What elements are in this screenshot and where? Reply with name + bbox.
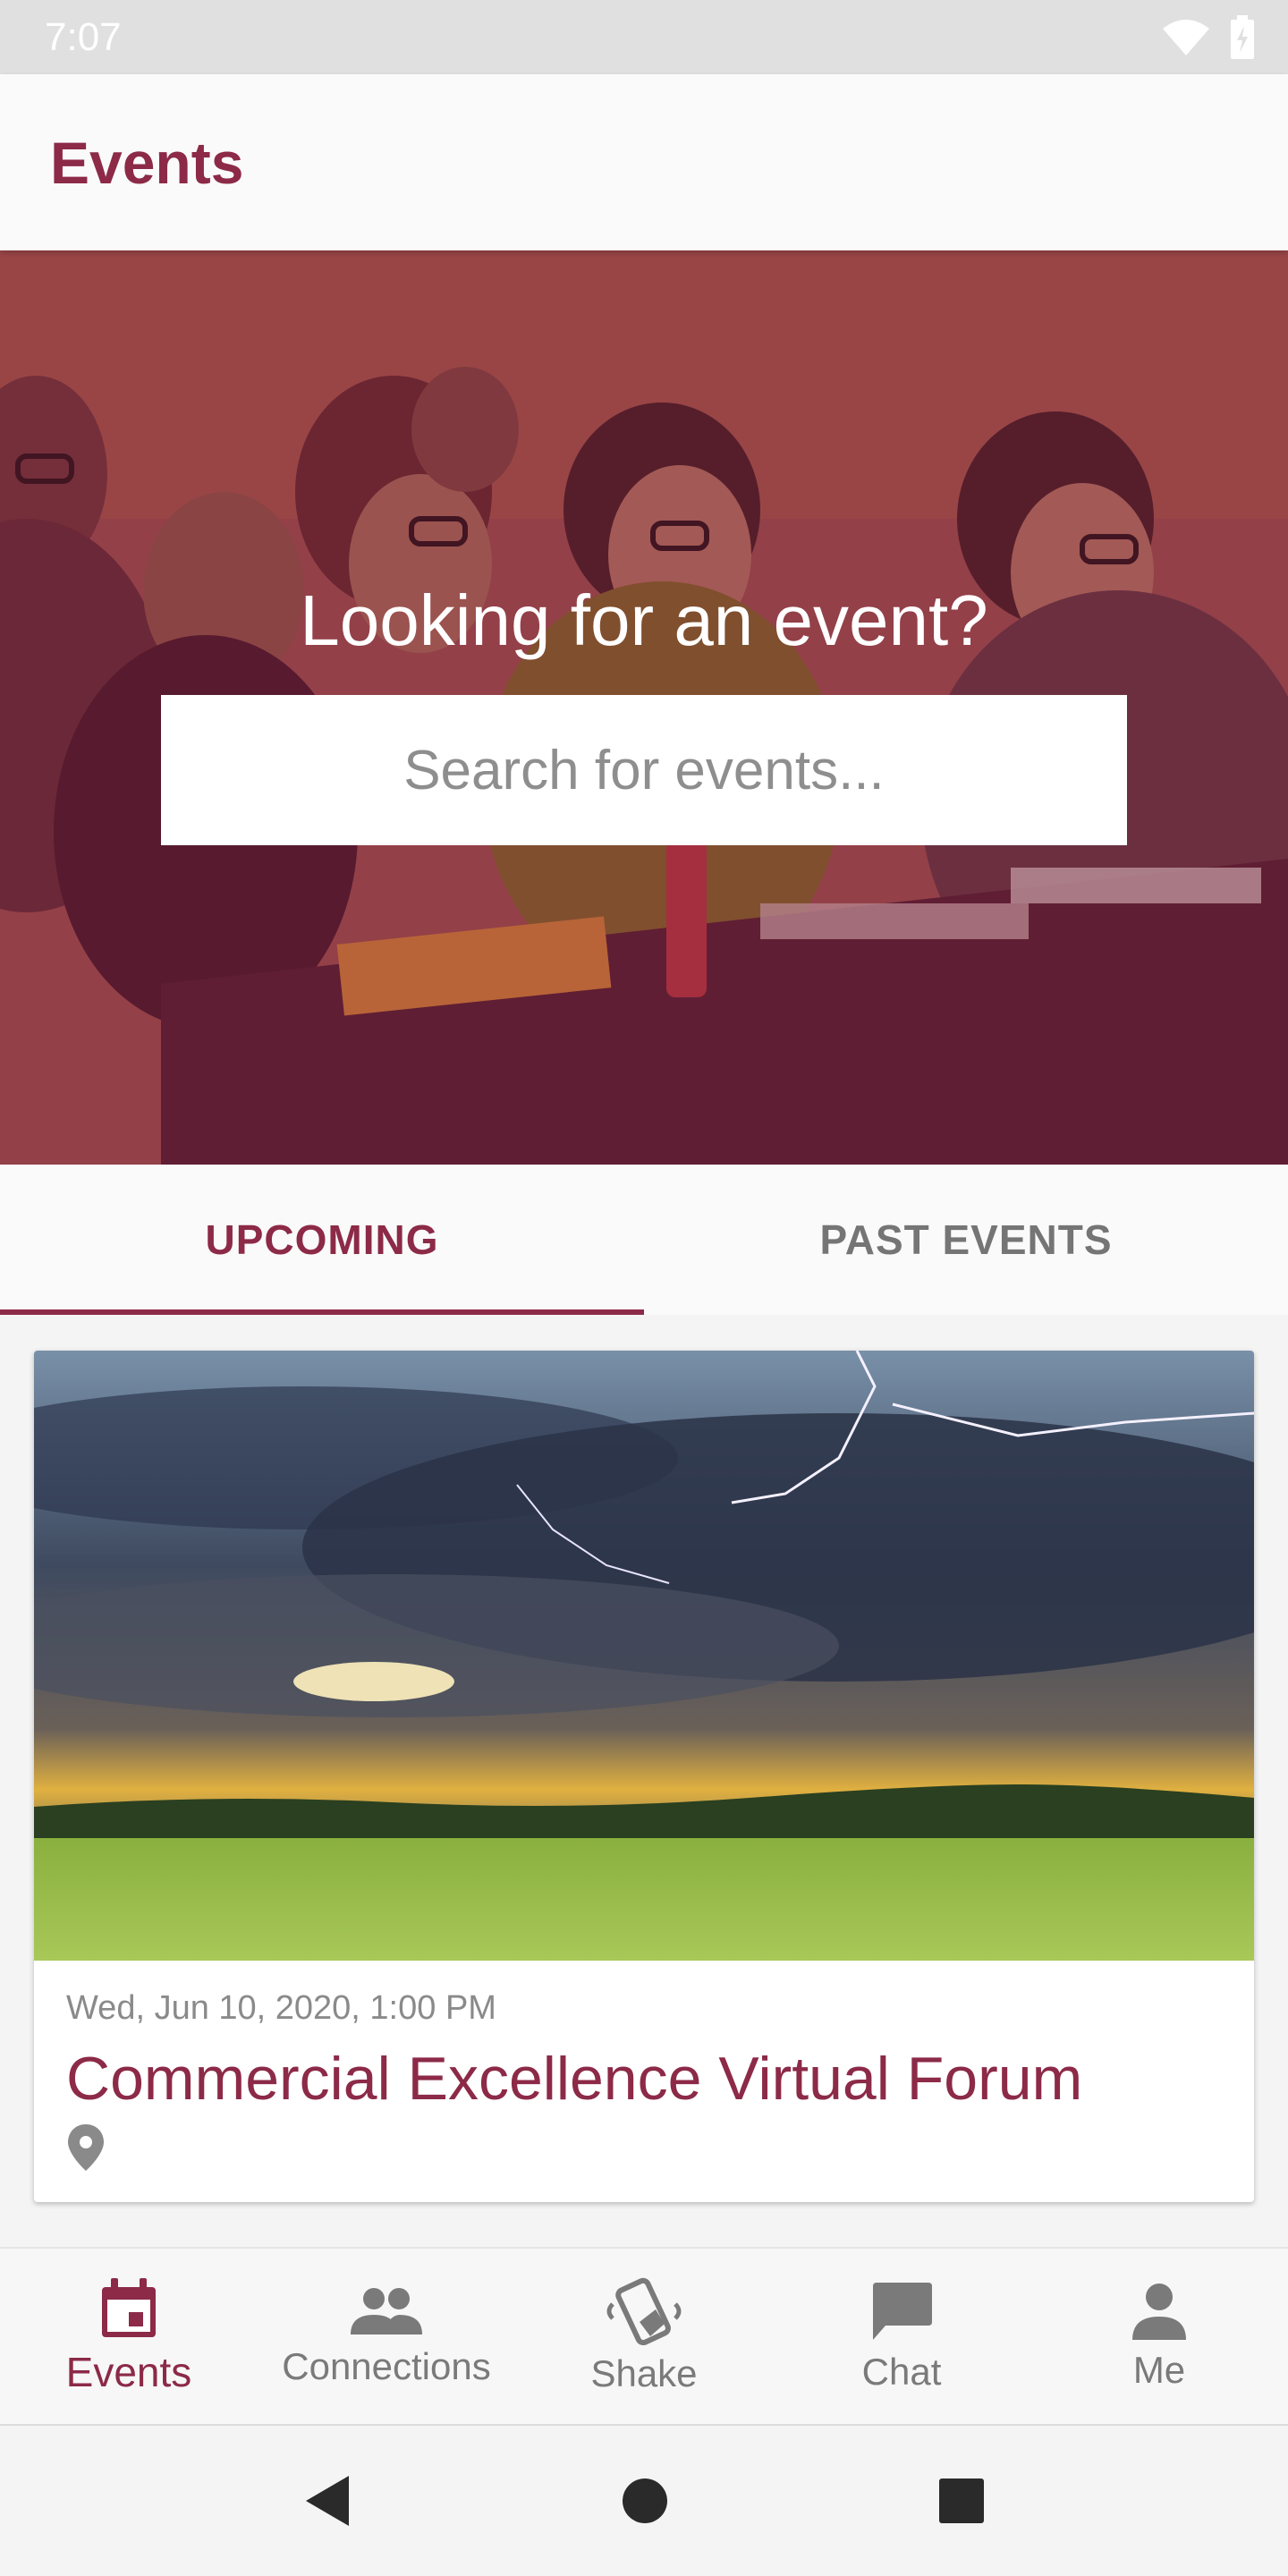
nav-connections-label: Connections — [282, 2345, 491, 2387]
status-time: 7:07 — [45, 14, 122, 59]
tab-upcoming-label: UPCOMING — [205, 1216, 439, 1263]
event-card[interactable]: Wed, Jun 10, 2020, 1:00 PM Commercial Ex… — [34, 1351, 1254, 2202]
event-date: Wed, Jun 10, 2020, 1:00 PM — [66, 1989, 496, 2027]
shake-phone-icon — [606, 2277, 682, 2345]
wifi-icon — [1163, 19, 1209, 55]
event-body: Wed, Jun 10, 2020, 1:00 PM Commercial Ex… — [34, 1961, 1254, 2202]
nav-events[interactable]: Events — [0, 2249, 258, 2424]
people-icon — [351, 2288, 422, 2334]
back-icon[interactable] — [302, 2474, 352, 2528]
battery-icon — [1231, 14, 1254, 59]
nav-connections[interactable]: Connections — [258, 2249, 515, 2424]
tab-upcoming[interactable]: UPCOMING — [0, 1165, 644, 1315]
nav-chat-label: Chat — [861, 2351, 942, 2393]
status-bar: 7:07 — [0, 0, 1288, 74]
tab-past-events[interactable]: PAST EVENTS — [644, 1165, 1288, 1315]
recents-icon[interactable] — [937, 2477, 986, 2525]
nav-me[interactable]: Me — [1030, 2249, 1288, 2424]
nav-me-label: Me — [1132, 2349, 1186, 2391]
event-tabs: UPCOMING PAST EVENTS — [0, 1165, 1288, 1315]
bottom-navigation: Events Connections Shake Chat Me — [0, 2247, 1288, 2424]
search-input[interactable] — [161, 695, 1127, 845]
tab-past-events-label: PAST EVENTS — [819, 1216, 1113, 1263]
nav-events-label: Events — [65, 2349, 192, 2395]
hero-banner: Looking for an event? — [0, 250, 1288, 1165]
system-navigation-bar — [0, 2424, 1288, 2576]
app-bar: Events — [0, 74, 1288, 250]
chat-bubble-icon — [873, 2283, 932, 2340]
status-icons — [1161, 14, 1256, 60]
tab-indicator — [0, 1309, 644, 1315]
person-icon — [1132, 2284, 1186, 2340]
event-image — [34, 1351, 1254, 1961]
event-location — [66, 2123, 1222, 2177]
nav-shake-label: Shake — [590, 2352, 698, 2394]
nav-chat[interactable]: Chat — [773, 2249, 1030, 2424]
home-icon[interactable] — [621, 2477, 669, 2525]
nav-shake[interactable]: Shake — [515, 2249, 773, 2424]
hero-heading: Looking for an event? — [300, 580, 988, 660]
location-pin-icon — [68, 2124, 104, 2171]
event-title: Commercial Excellence Virtual Forum — [66, 2045, 1083, 2113]
calendar-icon — [102, 2278, 156, 2337]
page-title: Events — [50, 129, 244, 196]
